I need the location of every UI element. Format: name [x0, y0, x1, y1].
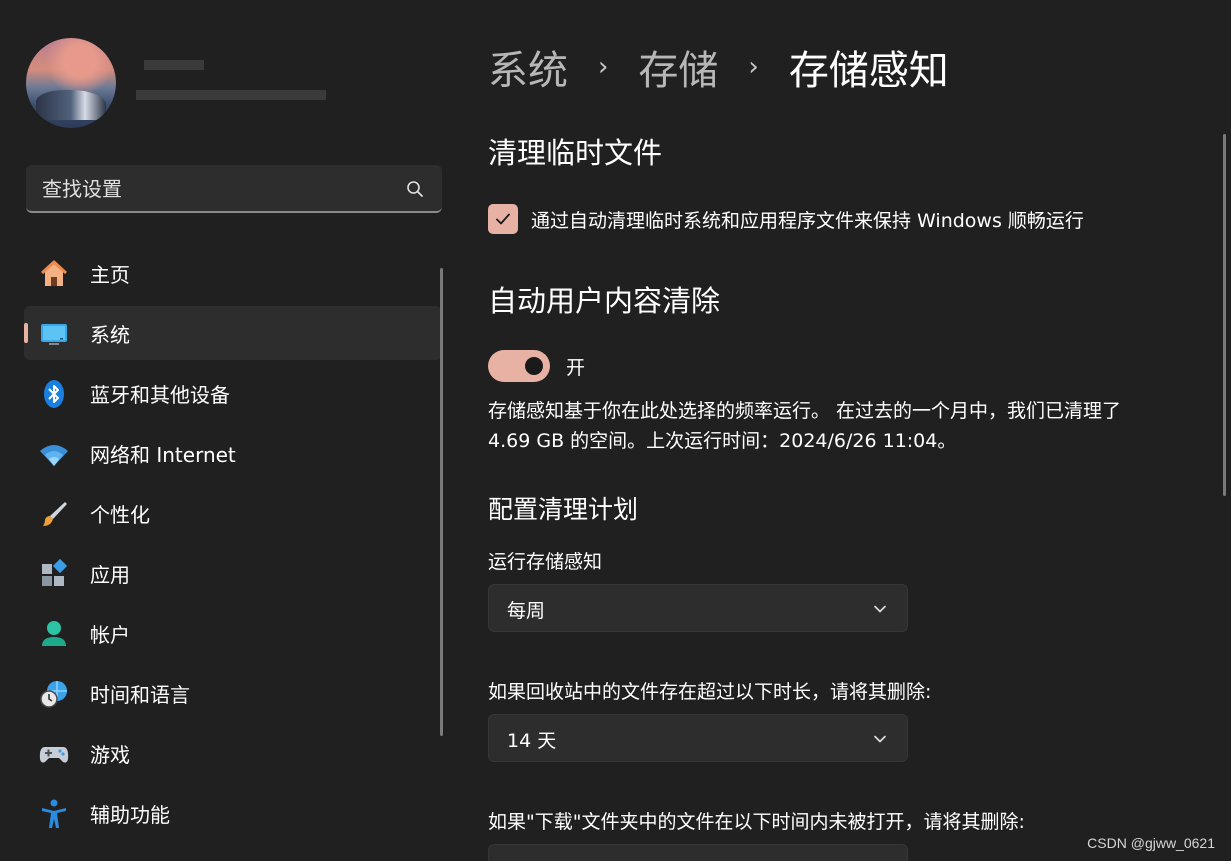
- downloads-dropdown[interactable]: [488, 844, 908, 861]
- page-title: 存储感知: [788, 48, 949, 94]
- temp-files-checkbox-row[interactable]: 通过自动清理临时系统和应用程序文件来保持 Windows 顺畅运行: [488, 204, 1084, 234]
- checkmark-icon: [496, 213, 510, 225]
- chevron-down-icon: [874, 735, 886, 743]
- sidebar-item-gaming[interactable]: 游戏: [24, 726, 442, 780]
- bluetooth-icon: [38, 378, 70, 410]
- home-icon: [38, 258, 70, 290]
- sidebar-item-label: 系统: [90, 322, 130, 347]
- account-icon: [38, 618, 70, 650]
- main-scrollbar[interactable]: [1223, 134, 1226, 496]
- accessibility-icon: [38, 798, 70, 830]
- sidebar-item-accounts[interactable]: 帐户: [24, 606, 442, 660]
- run-frequency-dropdown[interactable]: 每周: [488, 584, 908, 632]
- main-content: 系统 › 存储 › 存储感知 清理临时文件 通过自动清理临时系统和应用程序文件来…: [460, 0, 1231, 861]
- sidebar-item-time-language[interactable]: 时间和语言: [24, 666, 442, 720]
- avatar[interactable]: [26, 38, 116, 128]
- temp-files-heading: 清理临时文件: [488, 136, 663, 170]
- run-frequency-value: 每周: [507, 600, 546, 622]
- time-language-icon: [38, 678, 70, 710]
- sidebar-item-label: 个性化: [90, 502, 150, 527]
- search-input[interactable]: [40, 173, 404, 205]
- sidebar-item-label: 帐户: [90, 622, 130, 647]
- sidebar-scrollbar[interactable]: [440, 268, 443, 736]
- auto-cleanup-heading: 自动用户内容清除: [488, 284, 721, 318]
- sidebar-item-system[interactable]: 系统: [24, 306, 442, 360]
- chevron-down-icon: [874, 605, 886, 613]
- gamepad-icon: [38, 738, 70, 770]
- run-frequency-label: 运行存储感知: [488, 551, 603, 573]
- sidebar-item-accessibility[interactable]: 辅助功能: [24, 786, 442, 840]
- settings-window: 主页 系统: [0, 0, 1231, 861]
- schedule-heading: 配置清理计划: [488, 495, 639, 524]
- temp-files-checkbox-label: 通过自动清理临时系统和应用程序文件来保持 Windows 顺畅运行: [531, 209, 1084, 232]
- toggle-state-label: 开: [566, 356, 586, 379]
- wifi-icon: [38, 438, 70, 470]
- auto-cleanup-description: 存储感知基于你在此处选择的频率运行。 在过去的一个月中，我们已清理了 4.69 …: [488, 400, 1122, 452]
- auto-cleanup-toggle[interactable]: [488, 350, 550, 382]
- breadcrumb-storage[interactable]: 存储: [638, 38, 718, 96]
- sidebar-item-network[interactable]: 网络和 Internet: [24, 426, 442, 480]
- sidebar-item-label: 游戏: [90, 742, 130, 767]
- system-monitor-icon: [38, 318, 70, 350]
- sidebar: 主页 系统: [0, 0, 460, 861]
- sidebar-nav: 主页 系统 蓝牙和其他设备 网络和 Internet 个性化 应用 帐户 时间和…: [24, 246, 442, 846]
- recycle-bin-label: 如果回收站中的文件存在超过以下时长，请将其删除:: [488, 681, 932, 703]
- sidebar-item-home[interactable]: 主页: [24, 246, 442, 300]
- sidebar-item-label: 主页: [90, 262, 130, 287]
- breadcrumb-separator: ›: [748, 52, 759, 82]
- temp-files-checkbox[interactable]: [488, 204, 518, 234]
- downloads-label: 如果"下载"文件夹中的文件在以下时间内未被打开，请将其删除:: [488, 811, 1025, 833]
- sidebar-item-apps[interactable]: 应用: [24, 546, 442, 600]
- auto-cleanup-toggle-row[interactable]: 开: [488, 350, 585, 382]
- user-profile[interactable]: [26, 38, 356, 130]
- sidebar-item-label: 蓝牙和其他设备: [90, 382, 230, 407]
- sidebar-item-label: 应用: [90, 562, 130, 587]
- search-box[interactable]: [26, 165, 442, 213]
- search-icon[interactable]: [406, 180, 424, 198]
- brush-icon: [38, 498, 70, 530]
- breadcrumb-system[interactable]: 系统: [488, 38, 568, 96]
- watermark: CSDN @gjww_0621: [1087, 835, 1215, 851]
- breadcrumb: 系统 › 存储 › 存储感知: [488, 38, 949, 96]
- sidebar-item-label: 网络和 Internet: [90, 442, 236, 467]
- recycle-bin-value: 14 天: [507, 730, 557, 752]
- sidebar-item-personalization[interactable]: 个性化: [24, 486, 442, 540]
- apps-icon: [38, 558, 70, 590]
- sidebar-item-bluetooth[interactable]: 蓝牙和其他设备: [24, 366, 442, 420]
- breadcrumb-separator: ›: [598, 52, 609, 82]
- profile-name-redacted: [144, 60, 204, 70]
- sidebar-item-label: 辅助功能: [90, 802, 170, 827]
- profile-email-redacted: [136, 90, 326, 100]
- recycle-bin-dropdown[interactable]: 14 天: [488, 714, 908, 762]
- sidebar-item-label: 时间和语言: [90, 682, 190, 707]
- toggle-knob: [525, 357, 543, 375]
